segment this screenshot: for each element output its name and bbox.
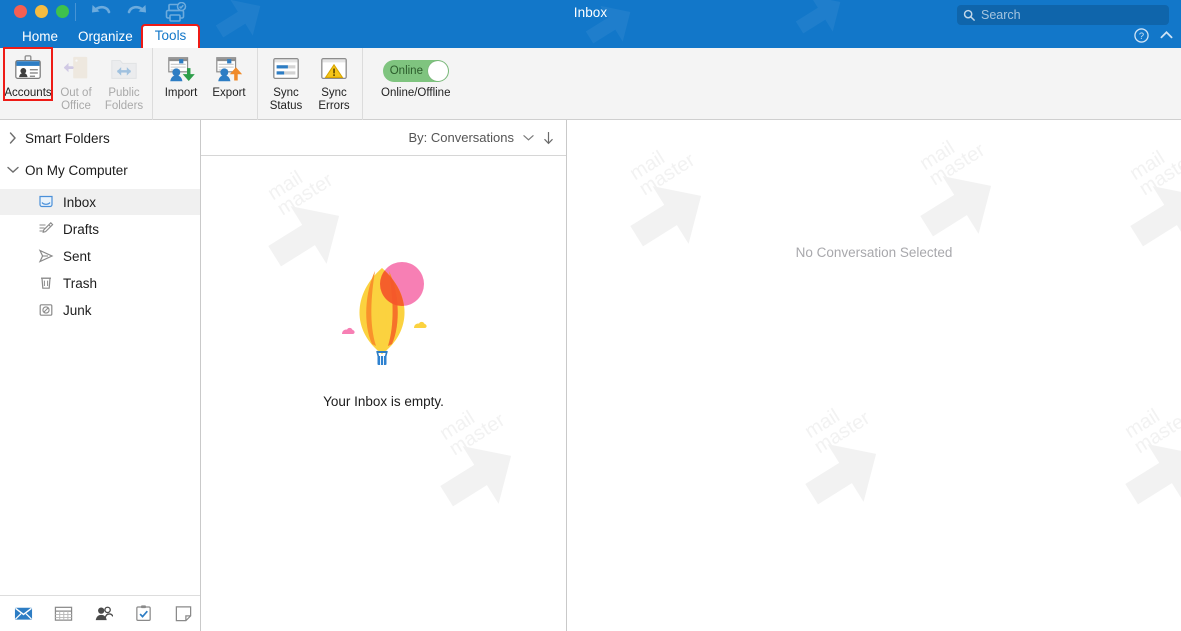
public-folders-button-label: Public Folders xyxy=(104,87,144,112)
out-of-office-door-icon xyxy=(63,56,88,79)
sidebar-item-on-my-computer[interactable]: On My Computer xyxy=(0,157,200,183)
ribbon-toolbar: Accounts Out of Office Public Folders Im… xyxy=(0,47,1181,120)
sidebar-item-inbox[interactable]: Inbox xyxy=(0,189,200,215)
outlook-mail-window: Inbox ? Home Organize Tools xyxy=(0,0,1181,631)
drafts-pencil-icon xyxy=(38,221,54,237)
out-of-office-button[interactable]: Out of Office xyxy=(52,48,100,112)
chevron-down-icon[interactable] xyxy=(6,166,20,174)
folder-sidebar: Smart Folders On My Computer Inbox Draft… xyxy=(0,120,201,631)
inbox-empty-state: Your Inbox is empty. xyxy=(201,156,566,631)
chevron-up-icon[interactable] xyxy=(1160,30,1173,40)
mail-icon[interactable] xyxy=(14,604,33,623)
sidebar-item-sent[interactable]: Sent xyxy=(0,243,200,269)
search-box[interactable] xyxy=(957,5,1169,25)
import-button[interactable]: Import xyxy=(157,48,205,100)
arrow-down-icon[interactable] xyxy=(543,131,554,145)
chevron-right-icon[interactable] xyxy=(6,132,20,144)
sidebar-item-label: Drafts xyxy=(63,221,100,237)
sidebar-item-label: Smart Folders xyxy=(25,130,110,146)
sidebar-item-drafts[interactable]: Drafts xyxy=(0,216,200,242)
tab-home[interactable]: Home xyxy=(12,27,68,48)
public-folders-icon xyxy=(111,60,137,79)
online-toggle-state-label: Online xyxy=(389,65,423,77)
inbox-empty-text: Your Inbox is empty. xyxy=(323,394,444,409)
chevron-down-icon[interactable] xyxy=(523,134,534,142)
title-bar: Inbox ? Home Organize Tools xyxy=(0,0,1181,48)
online-offline-control[interactable]: Online Online/Offline xyxy=(367,48,464,120)
no-conversation-selected-text: No Conversation Selected xyxy=(795,245,953,260)
tasks-clipboard-icon[interactable] xyxy=(134,604,153,623)
online-offline-caption: Online/Offline xyxy=(381,87,451,99)
folder-list: Smart Folders On My Computer Inbox Draft… xyxy=(0,120,200,595)
sync-status-button[interactable]: Sync Status xyxy=(262,48,310,112)
message-list-column: By: Conversations Your Inbox is empty. xyxy=(201,120,567,631)
import-contact-down-arrow-icon xyxy=(168,57,195,82)
sidebar-item-junk[interactable]: Junk xyxy=(0,297,200,323)
sync-errors-button-label: Sync Errors xyxy=(318,87,350,112)
inbox-tray-icon xyxy=(38,194,54,210)
sync-errors-button[interactable]: Sync Errors xyxy=(310,48,358,112)
ribbon-tab-bar[interactable]: Home Organize Tools xyxy=(0,24,201,48)
ribbon-group-transfer: Import Export xyxy=(152,48,257,120)
out-of-office-button-label: Out of Office xyxy=(60,87,92,112)
module-switcher[interactable] xyxy=(0,595,200,631)
sent-paper-plane-icon xyxy=(38,248,54,264)
export-button-label: Export xyxy=(212,87,246,99)
sidebar-item-label: Junk xyxy=(63,302,92,318)
export-contact-up-arrow-icon xyxy=(216,57,243,82)
main-content-area: mail master mail master mail master mail… xyxy=(0,120,1181,631)
export-button[interactable]: Export xyxy=(205,48,253,100)
accounts-button[interactable]: Accounts xyxy=(3,47,53,101)
hot-air-balloon-illustration xyxy=(341,262,427,365)
sidebar-item-label: Trash xyxy=(63,275,98,291)
reading-pane: No Conversation Selected xyxy=(567,120,1181,631)
toggle-knob[interactable] xyxy=(427,61,448,81)
svg-text:?: ? xyxy=(1139,31,1144,41)
junk-blocked-icon xyxy=(38,302,54,318)
sync-errors-warning-icon xyxy=(321,58,347,80)
help-circle-icon[interactable]: ? xyxy=(1134,28,1149,43)
sidebar-item-smart-folders[interactable]: Smart Folders xyxy=(0,125,200,151)
accounts-button-label: Accounts xyxy=(4,87,52,99)
sidebar-item-label: Inbox xyxy=(63,194,97,210)
calendar-icon[interactable] xyxy=(54,604,73,623)
tab-tools[interactable]: Tools xyxy=(140,24,201,48)
public-folders-button[interactable]: Public Folders xyxy=(100,48,148,112)
people-icon[interactable] xyxy=(94,604,113,623)
sort-by-label[interactable]: By: Conversations xyxy=(409,130,515,145)
ribbon-group-sync: Sync Status Sync Errors xyxy=(257,48,362,120)
id-badge-icon xyxy=(15,55,41,79)
ribbon-group-accounts: Accounts Out of Office Public Folders xyxy=(0,47,152,120)
sidebar-item-trash[interactable]: Trash xyxy=(0,270,200,296)
online-toggle[interactable]: Online xyxy=(382,60,449,82)
sidebar-item-label: On My Computer xyxy=(25,162,128,178)
import-button-label: Import xyxy=(164,87,198,99)
sidebar-item-label: Sent xyxy=(63,248,91,264)
message-list-header: By: Conversations xyxy=(201,120,566,156)
trash-can-icon xyxy=(38,275,54,291)
ribbon-group-online: Online Online/Offline xyxy=(362,48,468,120)
notes-icon[interactable] xyxy=(174,604,193,623)
sync-status-window-icon xyxy=(273,58,299,80)
search-input[interactable] xyxy=(981,8,1151,22)
sync-status-button-label: Sync Status xyxy=(269,87,303,112)
search-icon xyxy=(963,9,975,21)
tab-organize[interactable]: Organize xyxy=(68,27,143,48)
